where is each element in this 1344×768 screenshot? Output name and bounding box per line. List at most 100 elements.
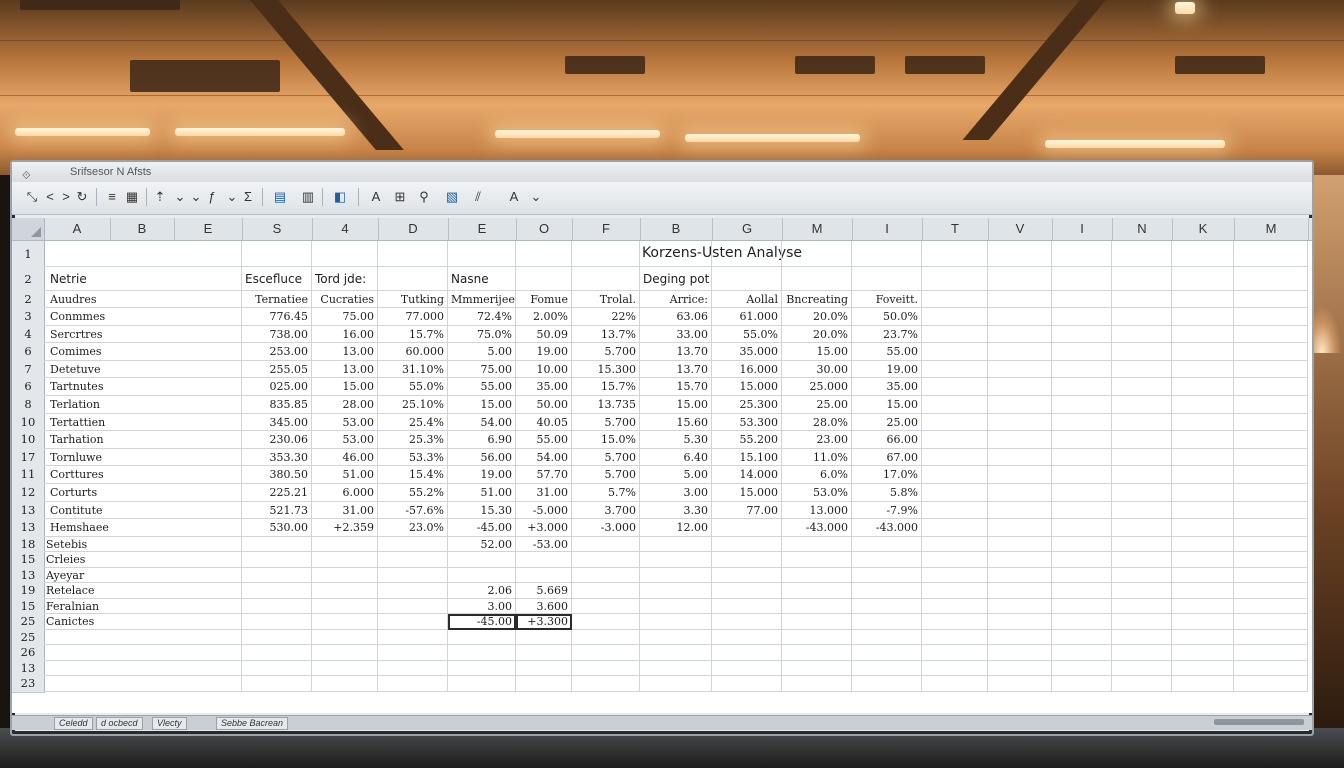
cell[interactable] <box>572 629 640 646</box>
cell[interactable] <box>782 645 852 661</box>
cell[interactable] <box>572 614 640 630</box>
cell[interactable] <box>1112 614 1172 630</box>
cell[interactable] <box>1052 325 1112 344</box>
cell[interactable] <box>1112 567 1172 584</box>
cell[interactable] <box>922 466 988 484</box>
row-header[interactable]: 13 <box>12 519 45 538</box>
value-cell[interactable]: 53.300 <box>712 413 782 432</box>
value-cell[interactable] <box>448 660 516 677</box>
value-cell[interactable] <box>448 676 516 692</box>
cell[interactable] <box>1172 378 1234 396</box>
value-cell[interactable]: 35.00 <box>516 378 572 396</box>
value-cell[interactable]: 31.00 <box>312 501 378 520</box>
cell[interactable] <box>1172 448 1234 467</box>
header-cell[interactable]: Ternatiee <box>242 291 312 308</box>
cell[interactable] <box>572 241 640 267</box>
value-cell[interactable]: 13.70 <box>640 360 712 379</box>
dropdown1-icon[interactable]: ⌄ <box>172 187 188 207</box>
cell[interactable] <box>1112 343 1172 361</box>
cell[interactable] <box>1234 660 1308 677</box>
cell[interactable] <box>1052 343 1112 361</box>
row-label-cell[interactable]: Retelace <box>44 583 242 599</box>
row-label-cell[interactable]: Detetuve <box>44 360 242 379</box>
cell[interactable] <box>988 552 1052 568</box>
row-header[interactable]: 13 <box>12 660 45 678</box>
value-cell[interactable]: 35.000 <box>712 343 782 361</box>
row-header[interactable]: 26 <box>12 645 45 662</box>
column-header[interactable]: N <box>1112 218 1173 240</box>
cell[interactable] <box>312 241 378 267</box>
cell[interactable] <box>1172 267 1234 291</box>
cell[interactable] <box>922 343 988 361</box>
column-header[interactable]: V <box>988 218 1053 240</box>
cell[interactable] <box>1172 396 1234 414</box>
cell[interactable] <box>378 645 448 661</box>
cell[interactable] <box>1112 431 1172 449</box>
value-cell[interactable]: 15.300 <box>572 360 640 379</box>
find-icon[interactable]: ⚲ <box>416 187 432 207</box>
value-cell[interactable]: 15.00 <box>640 396 712 414</box>
value-cell[interactable]: 5.700 <box>572 448 640 467</box>
value-cell[interactable]: 3.00 <box>448 598 516 615</box>
value-cell[interactable]: -57.6% <box>378 501 448 520</box>
value-cell[interactable]: 14.000 <box>712 466 782 484</box>
value-cell[interactable]: 33.00 <box>640 325 712 344</box>
horizontal-scrollbar[interactable] <box>1214 719 1304 725</box>
value-cell[interactable]: 3.30 <box>640 501 712 520</box>
cell[interactable] <box>1112 396 1172 414</box>
cell[interactable] <box>640 629 712 646</box>
cell[interactable] <box>988 567 1052 584</box>
header-cell[interactable]: Cucraties <box>312 291 378 308</box>
cell[interactable] <box>988 676 1052 692</box>
cell[interactable] <box>1172 501 1234 520</box>
cell[interactable] <box>1172 466 1234 484</box>
value-cell[interactable]: 530.00 <box>242 519 312 537</box>
cell[interactable] <box>572 598 640 615</box>
value-cell[interactable]: 15.00 <box>312 378 378 396</box>
value-cell[interactable]: 345.00 <box>242 413 312 432</box>
cell[interactable] <box>712 676 782 692</box>
value-cell[interactable]: 40.05 <box>516 413 572 432</box>
cell[interactable] <box>1052 567 1112 584</box>
value-cell[interactable]: 75.00 <box>448 360 516 379</box>
cell[interactable] <box>852 614 922 630</box>
cell[interactable] <box>852 567 922 584</box>
cell[interactable] <box>988 241 1052 267</box>
value-cell[interactable]: 55.2% <box>378 484 448 502</box>
value-cell[interactable]: 20.0% <box>782 325 852 344</box>
value-cell[interactable]: 15.70 <box>640 378 712 396</box>
cell[interactable] <box>1052 501 1112 520</box>
value-cell[interactable]: +3.000 <box>516 519 572 537</box>
cell[interactable] <box>782 267 852 291</box>
value-cell[interactable]: 60.000 <box>378 343 448 361</box>
value-cell[interactable]: 2.00% <box>516 308 572 326</box>
value-cell[interactable]: 25.10% <box>378 396 448 414</box>
select-all-corner[interactable] <box>12 218 45 240</box>
value-cell[interactable] <box>516 676 572 692</box>
cell[interactable] <box>1112 484 1172 502</box>
cell[interactable] <box>988 431 1052 449</box>
value-cell[interactable]: 50.09 <box>516 325 572 344</box>
cell[interactable] <box>1112 645 1172 661</box>
font-icon[interactable]: A <box>368 187 384 207</box>
cell[interactable] <box>516 241 572 267</box>
value-cell[interactable]: 5.700 <box>572 466 640 484</box>
cell[interactable] <box>922 567 988 584</box>
cell[interactable] <box>1234 241 1308 267</box>
column-header[interactable]: 4 <box>312 218 379 240</box>
value-cell[interactable]: 15.4% <box>378 466 448 484</box>
column-header[interactable]: D <box>378 218 449 240</box>
cell[interactable] <box>1234 676 1308 692</box>
cell[interactable] <box>312 536 378 553</box>
chart-icon[interactable]: ▧ <box>444 187 460 207</box>
cell[interactable] <box>312 614 378 630</box>
cell[interactable] <box>852 583 922 599</box>
cell[interactable] <box>572 676 640 692</box>
value-cell[interactable]: 46.00 <box>312 448 378 467</box>
cell[interactable] <box>378 567 448 584</box>
cell[interactable] <box>242 583 312 599</box>
header-cell[interactable]: Fomue <box>516 291 572 308</box>
value-cell[interactable] <box>712 519 782 537</box>
cell[interactable] <box>378 241 448 267</box>
cell[interactable] <box>1112 598 1172 615</box>
